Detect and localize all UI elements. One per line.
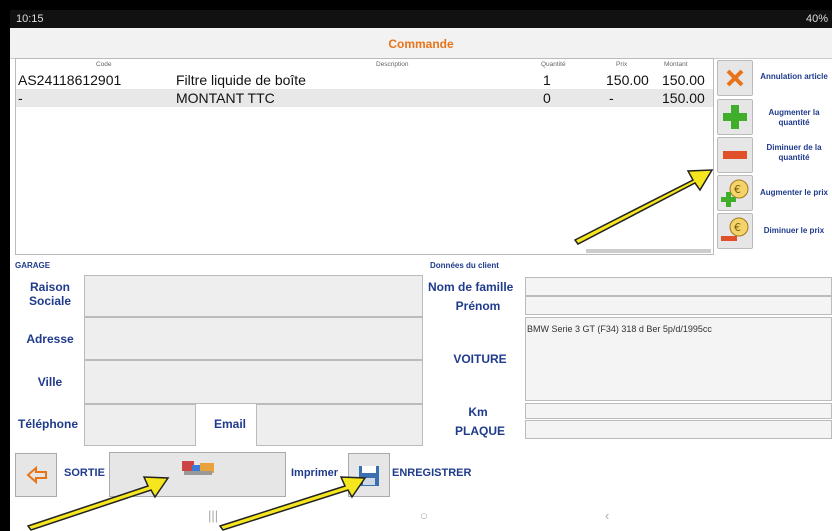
app-window: 10:15 40% Commande Code Description Quan… [0,0,832,531]
annotation-arrow [573,169,714,245]
annotation-arrow [26,476,170,531]
annotation-arrow [218,476,367,531]
annotation-arrows [26,169,714,531]
